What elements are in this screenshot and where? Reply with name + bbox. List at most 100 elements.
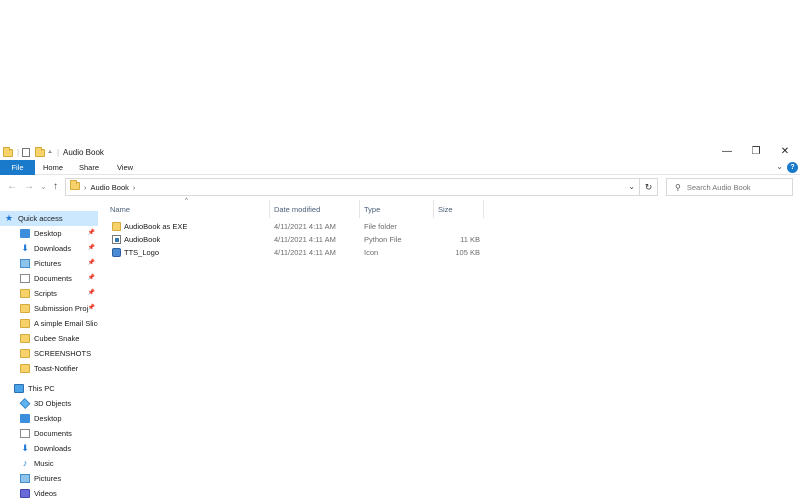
desktop-icon [20,229,30,238]
sidebar-item-videos[interactable]: Videos [0,486,98,500]
window-title: Audio Book [63,148,104,157]
navigation-bar: ← → ⌄ ↑ › Audio Book › ⌄ ↻ ⚲ [0,176,800,198]
file-date: 4/11/2021 4:11 AM [274,222,336,231]
sidebar-item-pc-pictures[interactable]: Pictures [0,471,98,486]
file-date: 4/11/2021 4:11 AM [274,235,336,244]
pin-icon[interactable]: 📌 [88,274,95,281]
column-header-size[interactable]: Size [434,200,484,218]
file-date: 4/11/2021 4:11 AM [274,248,336,257]
sidebar-item-screenshots[interactable]: SCREENSHOTS [0,346,98,361]
sidebar-item-label: Scripts [34,289,57,298]
breadcrumb-audio-book[interactable]: Audio Book [91,183,129,192]
minimize-button[interactable]: — [712,143,742,160]
expand-ribbon-icon[interactable]: ⌄ [776,162,783,171]
new-folder-icon[interactable] [35,146,45,158]
close-button[interactable]: ✕ [770,143,800,160]
sidebar-item-label: Downloads [34,244,72,253]
tab-home[interactable]: Home [38,160,68,175]
sidebar-item-toast-notifier[interactable]: Toast-Notifier [0,361,98,376]
file-name: AudioBook [124,235,161,244]
sidebar-item-this-pc[interactable]: This PC [0,381,98,396]
breadcrumb-separator[interactable]: › [133,183,136,192]
pin-icon[interactable]: 📌 [88,304,95,311]
toolbar-separator: | [17,148,20,157]
sidebar-item-pc-downloads[interactable]: ⬇ Downloads [0,441,98,456]
address-dropdown-icon[interactable]: ⌄ [628,182,635,191]
sidebar-item-label: Submission Proj [34,304,89,313]
desktop-icon [20,414,30,423]
file-type: File folder [364,222,397,231]
sidebar-item-label: SCREENSHOTS [34,349,92,358]
sidebar-item-documents[interactable]: Documents 📌 [0,271,98,286]
sidebar-item-label: Cubee Snake [34,334,80,343]
sidebar-item-pc-documents[interactable]: Documents [0,426,98,441]
sidebar-item-label: Music [34,459,54,468]
navigation-pane: ★ Quick access Desktop 📌 ⬇ Downloads 📌 P… [0,207,98,500]
documents-icon [20,429,30,438]
refresh-button[interactable]: ↻ [640,178,658,196]
folder-icon [112,222,121,231]
pin-icon[interactable]: 📌 [88,259,95,266]
sidebar-item-label: 3D Objects [34,399,72,408]
sidebar-item-quick-access[interactable]: ★ Quick access [0,211,98,226]
tab-view[interactable]: View [110,160,140,175]
file-explorer-window: | ⩡ | Audio Book — ❐ ✕ File Home Share V… [0,143,800,500]
help-icon[interactable]: ? [787,162,798,173]
back-arrow-icon[interactable]: ← [7,181,17,192]
window-folder-icon [3,146,13,158]
3d-objects-icon [19,398,31,409]
star-icon: ★ [4,213,14,223]
sidebar-item-label: Desktop [34,414,62,423]
sidebar-item-cubee-snake[interactable]: Cubee Snake [0,331,98,346]
column-header-type[interactable]: Type [360,200,434,218]
sidebar-item-3d-objects[interactable]: 3D Objects [0,396,98,411]
tab-file[interactable]: File [0,160,35,175]
folder-icon [20,289,30,298]
folder-icon [20,304,30,313]
maximize-button[interactable]: ❐ [741,143,771,160]
sidebar-item-label: Quick access [18,214,63,223]
file-name: TTS_Logo [124,248,160,257]
breadcrumb-separator: › [84,182,87,192]
videos-icon [20,489,30,498]
file-name: AudioBook as EXE [124,222,188,231]
up-arrow-icon[interactable]: ↑ [53,181,58,192]
pin-icon[interactable]: 📌 [88,229,95,236]
documents-icon [20,274,30,283]
pin-icon[interactable]: 📌 [88,244,95,251]
search-box[interactable]: ⚲ [666,178,793,196]
file-row[interactable]: TTS_Logo 4/11/2021 4:11 AM Icon 105 KB [106,247,486,260]
address-bar[interactable]: › Audio Book › ⌄ [65,178,640,196]
sidebar-item-desktop[interactable]: Desktop 📌 [0,226,98,241]
customize-toolbar-icon[interactable]: ⩡ [48,147,52,158]
folder-icon [20,349,30,358]
sidebar-item-pictures[interactable]: Pictures 📌 [0,256,98,271]
column-header-name[interactable]: Name [106,200,270,218]
pictures-icon [20,474,30,483]
file-size: 11 KB [460,235,480,244]
download-icon: ⬇ [21,243,29,253]
search-input[interactable] [686,182,787,192]
tab-share[interactable]: Share [74,160,104,175]
sidebar-item-submission-proj[interactable]: Submission Proj 📌 [0,301,98,316]
sidebar-item-label: Videos [34,489,57,498]
download-icon: ⬇ [21,443,29,453]
sidebar-item-scripts[interactable]: Scripts 📌 [0,286,98,301]
file-row[interactable]: AudioBook as EXE 4/11/2021 4:11 AM File … [106,221,486,234]
sidebar-item-pc-desktop[interactable]: Desktop [0,411,98,426]
sidebar-item-downloads[interactable]: ⬇ Downloads 📌 [0,241,98,256]
column-header-date-modified[interactable]: Date modified [270,200,360,218]
file-list: ^ Name Date modified Type Size AudioBook… [106,198,800,500]
toolbar-separator: | [57,148,60,157]
sidebar-item-label: Toast-Notifier [34,364,79,373]
pictures-icon [20,259,30,268]
file-row[interactable]: AudioBook 4/11/2021 4:11 AM Python File … [106,234,486,247]
file-size: 105 KB [455,248,480,257]
properties-icon[interactable] [22,147,30,158]
pin-icon[interactable]: 📌 [88,289,95,296]
sidebar-item-music[interactable]: ♪ Music [0,456,98,471]
sidebar-item-simple-email-slice[interactable]: A simple Email Slice [0,316,98,331]
recent-locations-icon[interactable]: ⌄ [40,182,47,191]
forward-arrow-icon[interactable]: → [24,181,34,192]
sidebar-item-label: Documents [34,274,72,283]
